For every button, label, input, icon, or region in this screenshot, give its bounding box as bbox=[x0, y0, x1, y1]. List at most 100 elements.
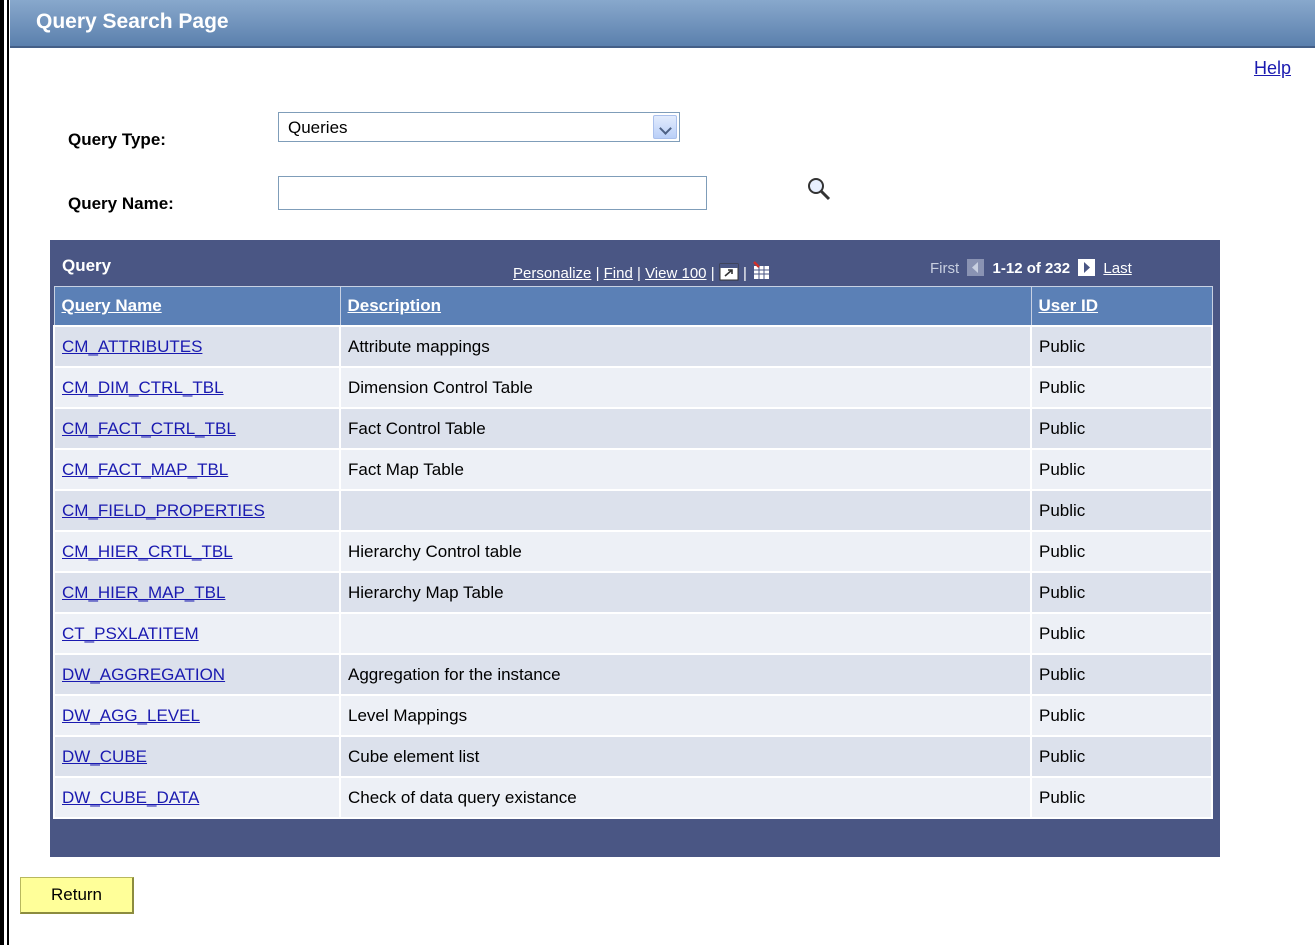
cell-description: Fact Map Table bbox=[339, 448, 1032, 491]
cell-description: Cube element list bbox=[339, 735, 1032, 778]
query-name-link[interactable]: DW_CUBE bbox=[62, 747, 147, 766]
arrow-left-icon bbox=[967, 259, 985, 276]
cell-query-name: DW_AGGREGATION bbox=[53, 653, 341, 696]
cell-query-name: DW_CUBE_DATA bbox=[53, 776, 341, 819]
cell-description: Fact Control Table bbox=[339, 407, 1032, 450]
query-name-link[interactable]: CM_HIER_CRTL_TBL bbox=[62, 542, 233, 561]
separator: | bbox=[637, 265, 641, 282]
grid-pager: First 1-12 of 232 Last bbox=[930, 259, 1132, 277]
cell-description: Hierarchy Control table bbox=[339, 530, 1032, 573]
cell-query-name: CM_HIER_MAP_TBL bbox=[53, 571, 341, 614]
table-header-row: Query Name Description User ID bbox=[53, 286, 1213, 327]
cell-query-name: CM_FACT_CTRL_TBL bbox=[53, 407, 341, 450]
column-header-description[interactable]: Description bbox=[339, 286, 1032, 327]
cell-user-id: Public bbox=[1030, 776, 1213, 819]
cell-description: Hierarchy Map Table bbox=[339, 571, 1032, 614]
cell-user-id: Public bbox=[1030, 489, 1213, 532]
cell-query-name: CM_HIER_CRTL_TBL bbox=[53, 530, 341, 573]
column-header-user-id[interactable]: User ID bbox=[1030, 286, 1213, 327]
window-frame-left-inner bbox=[7, 0, 9, 945]
grid-download-icon[interactable] bbox=[751, 261, 771, 281]
cell-user-id: Public bbox=[1030, 530, 1213, 573]
table-row: DW_AGGREGATION Aggregation for the instan… bbox=[53, 653, 1213, 696]
cell-user-id: Public bbox=[1030, 653, 1213, 696]
cell-user-id: Public bbox=[1030, 407, 1213, 450]
table-row: CT_PSXLATITEM Public bbox=[53, 612, 1213, 655]
cell-query-name: CM_FACT_MAP_TBL bbox=[53, 448, 341, 491]
query-name-link[interactable]: CM_FACT_CTRL_TBL bbox=[62, 419, 236, 438]
view-100-link[interactable]: View 100 bbox=[645, 265, 706, 282]
cell-user-id: Public bbox=[1030, 735, 1213, 778]
help-link[interactable]: Help bbox=[1254, 58, 1291, 79]
query-name-link[interactable]: CT_PSXLATITEM bbox=[62, 624, 199, 643]
sort-link[interactable]: Description bbox=[348, 296, 442, 315]
cell-description: Dimension Control Table bbox=[339, 366, 1032, 409]
cell-query-name: CT_PSXLATITEM bbox=[53, 612, 341, 655]
query-table: Query Name Description User ID CM_ATTRIB… bbox=[53, 286, 1213, 819]
grid-title: Query bbox=[62, 256, 112, 275]
cell-query-name: DW_AGG_LEVEL bbox=[53, 694, 341, 737]
query-name-link[interactable]: DW_CUBE_DATA bbox=[62, 788, 199, 807]
cell-user-id: Public bbox=[1030, 612, 1213, 655]
cell-query-name: DW_CUBE bbox=[53, 735, 341, 778]
table-row: CM_FACT_CTRL_TBL Fact Control Table Public bbox=[53, 407, 1213, 450]
column-header-query-name[interactable]: Query Name bbox=[53, 286, 341, 327]
chevron-down-icon[interactable] bbox=[653, 115, 677, 139]
find-link[interactable]: Find bbox=[604, 265, 633, 282]
query-type-select[interactable]: Queries bbox=[278, 112, 680, 142]
cell-description: Check of data query existance bbox=[339, 776, 1032, 819]
cell-description: Aggregation for the instance bbox=[339, 653, 1032, 696]
table-row: DW_AGG_LEVEL Level Mappings Public bbox=[53, 694, 1213, 737]
cell-user-id: Public bbox=[1030, 325, 1213, 368]
first-label: First bbox=[930, 260, 960, 277]
query-name-link[interactable]: DW_AGG_LEVEL bbox=[62, 706, 200, 725]
query-name-link[interactable]: DW_AGGREGATION bbox=[62, 665, 225, 684]
cell-user-id: Public bbox=[1030, 694, 1213, 737]
separator: | bbox=[742, 265, 747, 282]
query-name-link[interactable]: CM_FIELD_PROPERTIES bbox=[62, 501, 265, 520]
cell-query-name: CM_FIELD_PROPERTIES bbox=[53, 489, 341, 532]
arrow-right-icon[interactable] bbox=[1078, 259, 1096, 276]
query-name-label: Query Name: bbox=[68, 194, 174, 213]
table-row: DW_CUBE_DATA Check of data query existanc… bbox=[53, 776, 1213, 819]
cell-description bbox=[339, 612, 1032, 655]
cell-query-name: CM_ATTRIBUTES bbox=[53, 325, 341, 368]
table-row: DW_CUBE Cube element list Public bbox=[53, 735, 1213, 778]
table-row: CM_HIER_CRTL_TBL Hierarchy Control table P… bbox=[53, 530, 1213, 573]
magnifier-icon[interactable] bbox=[806, 176, 832, 202]
grid-header: Query Personalize | Find | View 100 | | … bbox=[50, 240, 1220, 286]
cell-description: Level Mappings bbox=[339, 694, 1032, 737]
personalize-link[interactable]: Personalize bbox=[513, 265, 591, 282]
sort-link[interactable]: User ID bbox=[1039, 296, 1099, 315]
query-type-value: Queries bbox=[288, 118, 348, 137]
separator: | bbox=[595, 265, 600, 282]
cell-description bbox=[339, 489, 1032, 532]
new-window-icon[interactable] bbox=[719, 263, 739, 281]
window-frame-left bbox=[0, 0, 4, 945]
query-name-link[interactable]: CM_FACT_MAP_TBL bbox=[62, 460, 228, 479]
query-name-link[interactable]: CM_ATTRIBUTES bbox=[62, 337, 202, 356]
cell-user-id: Public bbox=[1030, 366, 1213, 409]
last-link[interactable]: Last bbox=[1103, 260, 1131, 277]
cell-query-name: CM_DIM_CTRL_TBL bbox=[53, 366, 341, 409]
sort-link[interactable]: Query Name bbox=[62, 296, 162, 315]
table-row: CM_DIM_CTRL_TBL Dimension Control Table Pu… bbox=[53, 366, 1213, 409]
table-row: CM_HIER_MAP_TBL Hierarchy Map Table Public bbox=[53, 571, 1213, 614]
cell-description: Attribute mappings bbox=[339, 325, 1032, 368]
page-title-bar: Query Search Page bbox=[10, 0, 1315, 48]
query-results-grid: Query Personalize | Find | View 100 | | … bbox=[50, 240, 1220, 857]
cell-user-id: Public bbox=[1030, 448, 1213, 491]
query-name-input[interactable] bbox=[278, 176, 707, 210]
separator: | bbox=[710, 265, 715, 282]
page-title: Query Search Page bbox=[36, 10, 229, 33]
grid-nav-links: Personalize | Find | View 100 | | bbox=[513, 261, 771, 282]
query-type-label: Query Type: bbox=[68, 130, 166, 149]
query-name-link[interactable]: CM_DIM_CTRL_TBL bbox=[62, 378, 224, 397]
query-name-link[interactable]: CM_HIER_MAP_TBL bbox=[62, 583, 225, 602]
return-button[interactable]: Return bbox=[20, 877, 134, 914]
row-count: 1-12 of 232 bbox=[992, 260, 1071, 277]
table-row: CM_FIELD_PROPERTIES Public bbox=[53, 489, 1213, 532]
table-row: CM_ATTRIBUTES Attribute mappings Public bbox=[53, 325, 1213, 368]
cell-user-id: Public bbox=[1030, 571, 1213, 614]
table-row: CM_FACT_MAP_TBL Fact Map Table Public bbox=[53, 448, 1213, 491]
